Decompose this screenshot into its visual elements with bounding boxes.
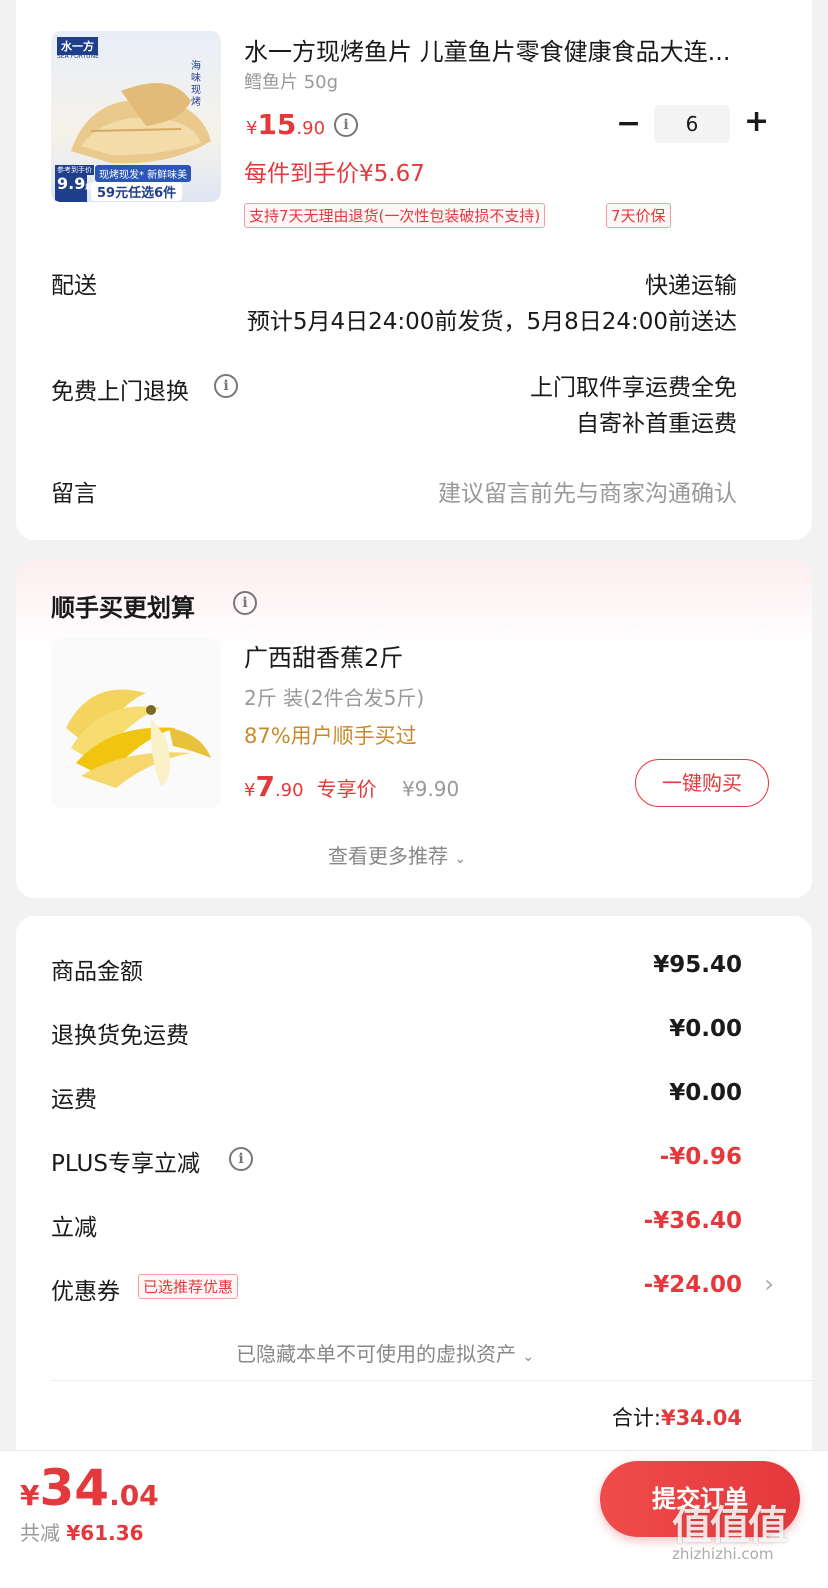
delivery-label: 配送 [51,273,97,299]
price-protect-tag: 7天价保 [606,203,671,228]
summary-card: 商品金额 ¥95.40 退换货免运费 ¥0.00 运费 ¥0.00 PLUS专享… [16,916,812,1456]
addon-price-label: 专享价 [316,777,377,801]
return-service-line2: 自寄补首重运费 [576,411,737,437]
addon-price: ¥7.90 专享价 [244,770,377,803]
chevron-right-icon[interactable]: › [764,1270,774,1298]
hidden-assets-link[interactable]: 已隐藏本单不可使用的虚拟资产 ⌄ [236,1338,534,1367]
return-service-label: 免费上门退换 [51,379,189,405]
product-image[interactable]: 水一方 SEA FORTUNE 海味现烤 参考到手价 9.9起 现烤现发* 新鲜… [51,31,221,202]
addon-price-currency: ¥ [244,780,256,801]
quantity-decrease-button[interactable]: − [616,106,641,141]
addon-bought: 87%用户顺手买过 [244,724,417,748]
addon-info-icon[interactable]: i [233,591,257,615]
addon-more-label: 查看更多推荐 [328,844,448,868]
product-image-brand-sub: SEA FORTUNE [57,53,99,60]
product-price: ¥15.90 [246,108,325,141]
product-price-currency: ¥ [246,118,258,139]
coupon-tag: 已选推荐优惠 [138,1274,239,1299]
addon-original-price: ¥9.90 [402,777,460,801]
summary-total-label: 合计: [611,1406,661,1430]
summary-row-value: ¥95.40 [653,952,742,978]
addon-more-link[interactable]: 查看更多推荐 ⌄ [328,840,466,869]
chevron-down-icon: ⌄ [454,851,467,867]
product-unit-price: 每件到手价¥5.67 [244,161,425,187]
product-spec: 鳕鱼片 50g [244,72,339,93]
summary-row-label: 运费 [51,1087,97,1113]
summary-total-value: ¥34.04 [660,1406,742,1430]
product-image-price-ref-value: 9.9 [57,174,86,193]
bottom-bar: ¥34.04 共减 ¥61.36 提交订单 值值值 zhizhizhi.com [0,1450,828,1588]
product-image-banner-line2: 59元任选6件 [91,182,183,201]
addon-price-dec: .90 [274,780,304,801]
addon-image[interactable] [51,638,221,808]
summary-row-value: ¥0.00 [669,1080,742,1106]
summary-row-label: 立减 [51,1215,97,1241]
coupon-value[interactable]: -¥24.00 [644,1272,742,1298]
product-image-banner-line1: 现烤现发* 新鲜味美 [95,165,192,182]
quantity-input[interactable]: 6 [654,105,730,143]
hidden-assets-label: 已隐藏本单不可使用的虚拟资产 [236,1342,516,1366]
watermark-logo: 值值值 [672,1503,788,1549]
addon-spec: 2斤 装(2件合发5斤) [244,686,425,710]
footer-saved: 共减 ¥61.36 [20,1517,144,1546]
delivery-estimate: 预计5月4日24:00前发货，5月8日24:00前送达 [246,309,737,335]
plus-discount-info-icon[interactable]: i [229,1147,253,1171]
addon-section-title: 顺手买更划算 [51,594,195,622]
chevron-down-icon: ⌄ [522,1349,535,1365]
footer-saved-value: ¥61.36 [66,1521,144,1545]
delivery-method[interactable]: 快递运输 [645,266,737,300]
coupon-label[interactable]: 优惠券 [51,1272,120,1306]
summary-row-value: -¥36.40 [643,1208,742,1234]
summary-row-value: -¥0.96 [659,1144,742,1170]
product-image-price-ref: 9.9起 [55,174,92,202]
footer-total-int: 34 [39,1459,110,1517]
footer-saved-label: 共减 [20,1521,60,1545]
product-price-int: 15 [257,108,297,141]
return-service-line1: 上门取件享运费全免 [530,375,737,401]
product-image-side-text: 海味现烤 [191,61,201,108]
summary-row-value: ¥0.00 [669,1016,742,1042]
footer-total: ¥34.04 [20,1459,159,1517]
addon-price-int: 7 [255,770,275,803]
product-price-dec: .90 [296,118,326,139]
summary-total: 合计:¥34.04 [612,1402,742,1432]
addon-title[interactable]: 广西甜香蕉2斤 [244,638,403,673]
summary-row-label: 退换货免运费 [51,1023,189,1049]
message-label: 留言 [51,481,97,507]
footer-total-dec: .04 [109,1479,159,1512]
quantity-increase-button[interactable]: + [744,104,769,139]
price-info-icon[interactable]: i [334,113,358,137]
return-policy-tag: 支持7天无理由退货(一次性包装破损不支持) [244,203,546,228]
footer-total-currency: ¥ [20,1479,40,1512]
addon-buy-button[interactable]: 一键购买 [635,759,769,807]
product-card: 水一方 SEA FORTUNE 海味现烤 参考到手价 9.9起 现烤现发* 新鲜… [16,0,812,540]
addon-card: 顺手买更划算 i 广西甜香蕉2斤 2斤 装(2件合发5斤) 87%用户顺手买过 … [16,560,812,898]
return-service-info-icon[interactable]: i [214,374,238,398]
watermark-url: zhizhizhi.com [672,1545,774,1563]
product-title[interactable]: 水一方现烤鱼片 儿童鱼片零食健康食品大连... [244,32,731,67]
summary-row-label: PLUS专享立减 [51,1151,200,1177]
summary-divider [51,1380,812,1381]
summary-row-label: 商品金额 [51,959,143,985]
message-input[interactable]: 建议留言前先与商家沟通确认 [438,474,737,508]
